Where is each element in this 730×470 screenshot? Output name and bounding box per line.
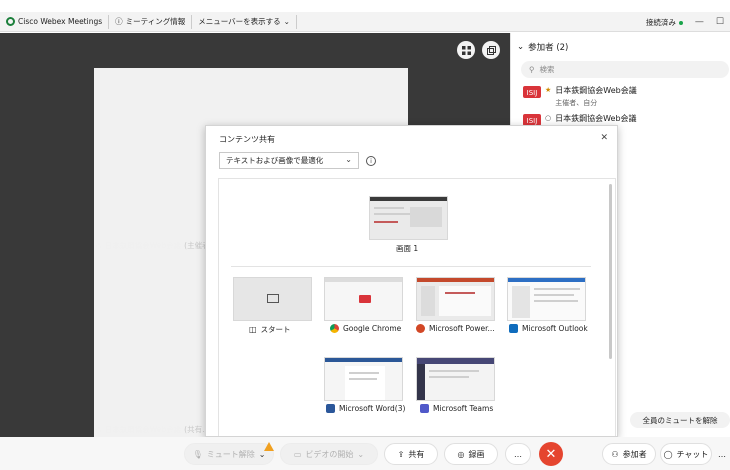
chat-icon: ◯ — [663, 449, 673, 459]
dialog-title: コンテンツ共有 — [219, 135, 275, 144]
minimize-button[interactable]: — — [695, 17, 704, 27]
app-thumbnail-powerpoint[interactable] — [416, 277, 495, 321]
info-icon: ⓘ — [115, 17, 123, 26]
control-bar: 🎙︎ ミュート解除 ⌄ ▭ ビデオの開始 ⌄ ⇪ 共有 ◎ 録画 … ✕ ⚇ 参… — [0, 437, 730, 470]
chevron-down-icon: ⌄ — [283, 17, 290, 26]
app-label-powerpoint[interactable]: Microsoft Power... — [416, 324, 495, 333]
info-icon[interactable]: i — [366, 156, 376, 166]
webex-logo-icon — [6, 17, 15, 26]
record-icon: ◎ — [457, 449, 465, 459]
start-video-button[interactable]: ▭ ビデオの開始 ⌄ — [280, 443, 378, 465]
chevron-down-icon: ⌄ — [345, 155, 352, 164]
app-thumbnail-teams[interactable] — [416, 357, 495, 401]
start-icon: ◫ — [249, 325, 257, 334]
screen-1-label: 画面 1 — [396, 244, 419, 253]
logo-icon — [359, 295, 371, 303]
connection-status: 接続済み — [646, 17, 683, 28]
app-label-chrome[interactable]: Google Chrome — [330, 324, 401, 333]
chevron-down-icon: ⌄ — [357, 449, 365, 459]
participant-search-input[interactable]: ⚲ 検索 — [521, 61, 729, 78]
share-button[interactable]: ⇪ 共有 — [384, 443, 438, 465]
maximize-button[interactable]: ☐ — [716, 17, 724, 27]
show-menubar-label: メニューバーを表示する — [198, 17, 281, 26]
participants-button[interactable]: ⚇ 参加者 — [602, 443, 656, 465]
meeting-info-label: ミーティング情報 — [125, 17, 186, 26]
close-icon[interactable]: ✕ — [600, 133, 608, 143]
popout-icon — [486, 45, 496, 55]
optimize-select[interactable]: テキストおよび画像で最適化 ⌄ — [219, 152, 359, 169]
end-meeting-button[interactable]: ✕ — [539, 442, 563, 466]
record-button[interactable]: ◎ 録画 — [444, 443, 498, 465]
grid-layout-button[interactable] — [457, 41, 475, 59]
person-icon: ○ — [545, 114, 552, 122]
video-off-icon: ▭ — [293, 449, 302, 459]
share-icon: ⇪ — [397, 449, 405, 459]
more-options-button[interactable]: … — [505, 443, 531, 465]
app-label-word[interactable]: Microsoft Word(3) — [326, 404, 405, 413]
warning-icon — [264, 442, 274, 451]
app-label-outlook[interactable]: Microsoft Outlook — [509, 324, 588, 333]
screen-1-thumbnail[interactable] — [369, 196, 448, 240]
app-label-teams[interactable]: Microsoft Teams — [420, 404, 493, 413]
grid-icon — [461, 45, 471, 55]
popout-button[interactable] — [482, 41, 500, 59]
show-menubar-menu[interactable]: メニューバーを表示する ⌄ — [192, 14, 297, 29]
app-menu[interactable]: Cisco Webex Meetings — [0, 14, 110, 29]
app-thumbnail-word[interactable] — [324, 357, 403, 401]
content-share-dialog: コンテンツ共有 ✕ テキストおよび画像で最適化 ⌄ i 画面 1 ◫ スタート G… — [205, 125, 618, 437]
svg-text:ISIJ: ISIJ — [527, 117, 538, 125]
svg-text:ISIJ: ISIJ — [527, 89, 538, 97]
mic-off-icon: 🎙︎ — [192, 449, 203, 459]
connected-dot-icon — [678, 20, 683, 25]
powerpoint-icon — [416, 324, 425, 333]
app-thumbnail-start[interactable] — [233, 277, 312, 321]
search-icon: ⚲ — [529, 65, 535, 74]
unmute-button[interactable]: 🎙︎ ミュート解除 ⌄ — [184, 443, 274, 465]
person-icon: ⚇ — [611, 449, 619, 459]
chevron-down-icon: ⌄ — [517, 42, 525, 52]
scrollbar[interactable] — [609, 184, 612, 359]
avatar-logo-icon: ISIJ — [523, 86, 541, 98]
participants-header[interactable]: ⌄ 参加者 (2) — [517, 41, 568, 53]
app-thumbnail-outlook[interactable] — [507, 277, 586, 321]
meeting-info-menu[interactable]: ⓘ ミーティング情報 — [109, 14, 193, 29]
divider — [231, 266, 591, 267]
share-indicator-icon: ◇ — [96, 425, 102, 434]
host-icon: ★ — [545, 86, 552, 94]
teams-icon — [420, 404, 429, 413]
stage-label-bottom: ◇ 日本鉄鋼協会Web会議 (共有…) — [96, 425, 213, 434]
unmute-all-button[interactable]: 全員のミュートを解除 — [630, 412, 730, 428]
app-name: Cisco Webex Meetings — [18, 17, 103, 26]
mic-icon: ◇ — [96, 241, 102, 250]
window-icon — [267, 294, 279, 303]
close-icon: ✕ — [545, 446, 557, 462]
app-label-start[interactable]: ◫ スタート — [249, 324, 291, 335]
chat-button[interactable]: ◯ チャット — [660, 443, 712, 465]
app-thumbnail-chrome[interactable] — [324, 277, 403, 321]
chrome-icon — [330, 324, 339, 333]
title-bar: Cisco Webex Meetings ⓘ ミーティング情報 メニューバーを表… — [0, 12, 730, 32]
outlook-icon — [509, 324, 518, 333]
participant-row[interactable]: ISIJ ★ 日本鉄鋼協会Web会議 主催者、自分 — [523, 85, 637, 108]
word-icon — [326, 404, 335, 413]
more-panels-button[interactable]: … — [714, 443, 730, 465]
